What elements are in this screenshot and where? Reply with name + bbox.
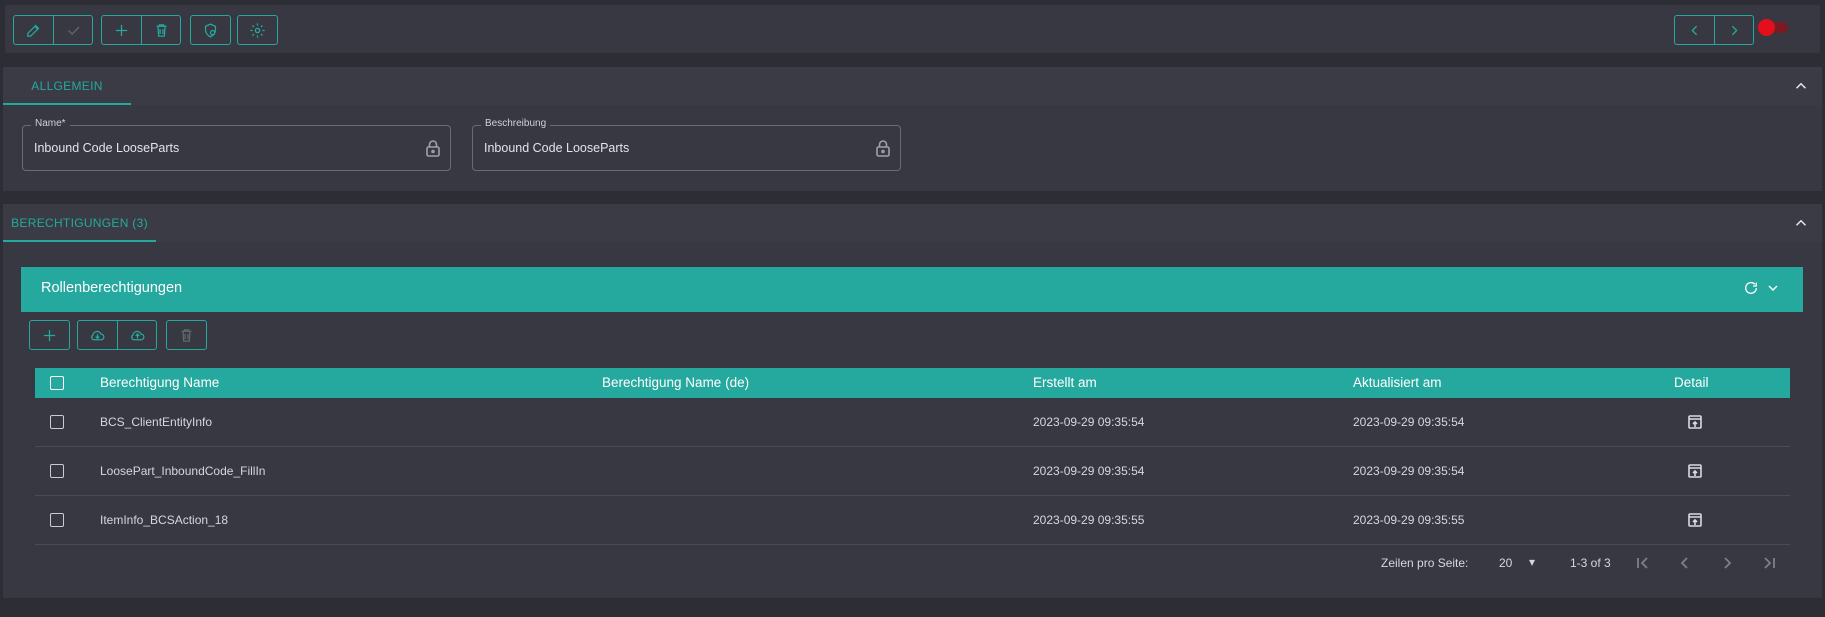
chevron-up-icon [1795,82,1807,89]
permissions-section-header: BERECHTIGUNGEN (3) [3,204,1822,242]
table-row: ItemInfo_BCSAction_18 2023-09-29 09:35:5… [35,496,1790,545]
chevron-down-icon[interactable] [1765,280,1781,296]
name-label: Name* [31,118,70,129]
delete-permission-button[interactable] [167,321,206,349]
status-toggle[interactable] [1758,19,1788,36]
top-toolbar [5,5,1820,53]
role-permissions-panel-header: Rollenberechtigungen [21,267,1803,312]
cell-updated: 2023-09-29 09:35:54 [1353,464,1465,478]
create-delete-group [101,15,181,45]
settings-button-group [237,15,278,45]
cell-name: LoosePart_InboundCode_FillIn [100,464,266,478]
gear-icon [250,22,265,38]
name-value: Inbound Code LooseParts [34,141,180,155]
open-detail-icon[interactable] [1687,512,1703,528]
table-add-group [29,320,70,350]
check-icon [67,26,80,35]
row-checkbox[interactable] [50,415,64,429]
name-field[interactable]: Name* Inbound Code LooseParts [22,118,451,171]
previous-record-button[interactable] [1675,16,1714,44]
column-header-detail: Detail [1674,375,1709,390]
permissions-button[interactable] [191,16,230,44]
cell-name: ItemInfo_BCSAction_18 [100,513,229,527]
rows-per-page-label: Zeilen pro Seite: [1381,556,1469,570]
cell-created: 2023-09-29 09:35:54 [1033,464,1145,478]
plus-icon [115,24,128,36]
column-header-created[interactable]: Erstellt am [1033,375,1097,390]
description-label: Beschreibung [481,118,551,129]
edit-button-group [13,15,93,45]
rows-per-page-select[interactable]: 20 [1499,556,1512,570]
description-field[interactable]: Beschreibung Inbound Code LooseParts [472,118,901,171]
panel-title: Rollenberechtigungen [41,280,183,296]
tab-general[interactable]: ALLGEMEIN [3,67,131,105]
cloud-download-icon [91,330,105,340]
lock-icon [425,139,441,157]
previous-page-icon[interactable] [1677,555,1693,571]
select-all-checkbox[interactable] [50,376,64,390]
chevron-up-icon [1795,219,1807,226]
column-header-name[interactable]: Berechtigung Name [100,375,219,390]
trash-icon [181,328,192,342]
add-permission-button[interactable] [30,321,69,349]
column-header-name-de[interactable]: Berechtigung Name (de) [602,375,749,390]
cloud-upload-icon [130,330,144,340]
cloud-download-button[interactable] [78,321,117,349]
tab-permissions[interactable]: BERECHTIGUNGEN (3) [3,204,156,242]
open-detail-icon[interactable] [1687,414,1703,430]
cell-created: 2023-09-29 09:35:55 [1033,513,1145,527]
first-page-icon[interactable] [1635,555,1651,571]
refresh-icon[interactable] [1743,280,1759,296]
cloud-upload-button[interactable] [117,321,156,349]
column-header-updated[interactable]: Aktualisiert am [1353,375,1442,390]
table-header: Berechtigung Name Berechtigung Name (de)… [35,368,1790,398]
trash-icon [156,23,166,37]
edit-button[interactable] [14,16,53,44]
next-record-button[interactable] [1714,16,1753,44]
delete-button[interactable] [141,16,180,44]
cell-updated: 2023-09-29 09:35:54 [1353,415,1465,429]
description-value: Inbound Code LooseParts [484,141,630,155]
cell-created: 2023-09-29 09:35:54 [1033,415,1145,429]
cell-name: BCS_ClientEntityInfo [100,415,213,429]
caret-down-icon[interactable]: ▾ [1529,555,1535,569]
chevron-left-icon [1691,25,1698,35]
pagination-range: 1-3 of 3 [1570,556,1611,570]
settings-button[interactable] [238,16,277,44]
table-row: BCS_ClientEntityInfo 2023-09-29 09:35:54… [35,398,1790,447]
collapse-permissions-button[interactable] [1792,214,1810,232]
row-checkbox[interactable] [50,513,64,527]
last-page-icon[interactable] [1761,555,1777,571]
pencil-icon [27,24,40,37]
collapse-general-button[interactable] [1792,77,1810,95]
cell-updated: 2023-09-29 09:35:55 [1353,513,1465,527]
table-cloud-group [77,320,157,350]
toggle-knob [1758,19,1775,36]
record-nav-group [1674,15,1754,45]
add-button[interactable] [102,16,141,44]
table-delete-group [166,320,207,350]
chevron-right-icon [1731,25,1738,35]
save-button[interactable] [53,16,92,44]
table-row: LoosePart_InboundCode_FillIn 2023-09-29 … [35,447,1790,496]
row-checkbox[interactable] [50,464,64,478]
open-detail-icon[interactable] [1687,463,1703,479]
shield-icon [204,22,217,38]
lock-icon [875,139,891,157]
next-page-icon[interactable] [1719,555,1735,571]
general-section-header: ALLGEMEIN [3,67,1822,105]
plus-icon [43,329,56,341]
permissions-button-group [190,15,231,45]
